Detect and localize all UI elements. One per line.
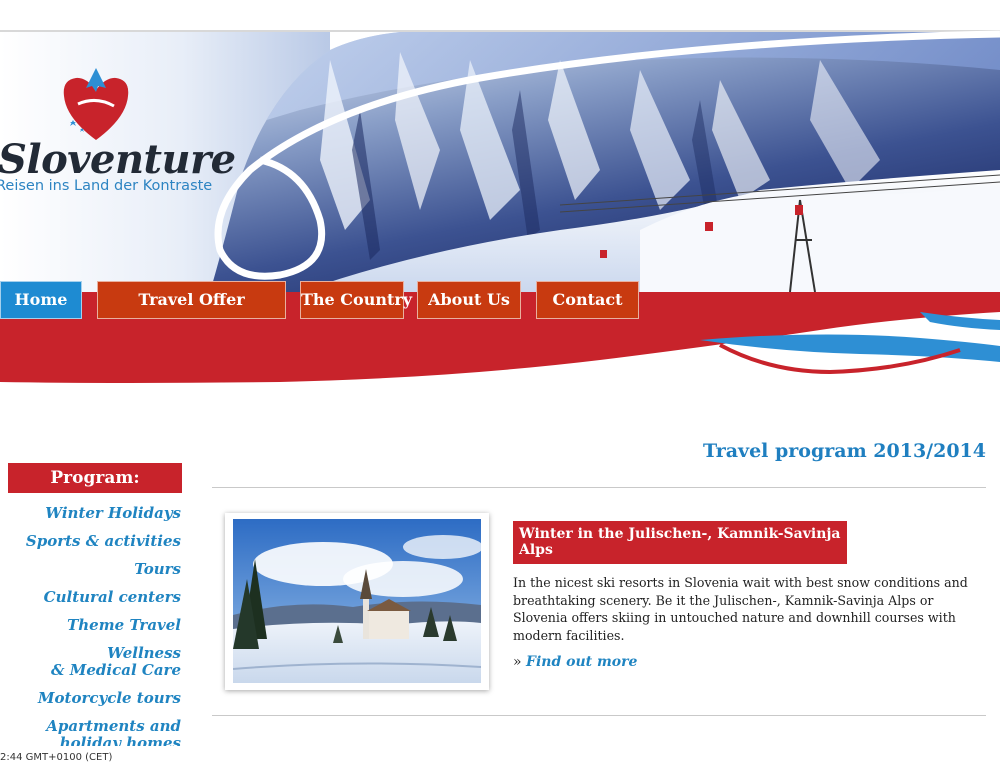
nav-the-country[interactable]: The Country [300,281,412,319]
brand-tagline: Reisen ins Land der Kontraste [0,178,213,194]
sidebar-item-winter-holidays[interactable]: Winter Holidays [8,505,182,522]
brand-name: Sloventure [0,136,236,183]
find-out-more-link[interactable]: Find out more [526,654,637,670]
nav-home[interactable]: Home [0,281,82,319]
sidebar-item-tours[interactable]: Tours [8,561,182,578]
heart-mountain-logo-icon [63,68,129,140]
site-header: Sloventure Reisen ins Land der Kontraste… [0,0,1000,400]
program-sidebar: Program: Winter Holidays Sports & activi… [8,463,182,746]
brand-logo[interactable]: Sloventure Reisen ins Land der Kontraste [0,60,236,210]
sidebar-item-theme-travel[interactable]: Theme Travel [8,617,182,634]
article-heading[interactable]: Winter in the Julischen-, Kamnik-Savinja… [513,521,847,564]
find-out-more: » Find out more [513,654,637,670]
more-prefix-icon: » [513,654,522,670]
divider-top [212,487,986,488]
sidebar-item-sports-activities[interactable]: Sports & activities [8,533,182,550]
status-timestamp: 2:44 GMT+0100 (CET) [0,752,113,763]
nav-about-us[interactable]: About Us [417,281,521,319]
article-body: In the nicest ski resorts in Slovenia wa… [513,575,968,643]
winter-church-photo [233,519,481,683]
program-list: Winter Holidays Sports & activities Tour… [8,505,182,747]
sidebar-item-wellness-medical-care[interactable]: Wellness & Medical Care [8,645,182,679]
sidebar-item-cultural-centers[interactable]: Cultural centers [8,589,182,606]
article-photo[interactable] [225,513,489,690]
sidebar-title: Program: [8,463,182,493]
divider-bottom [212,715,986,716]
sidebar-item-apartments-holiday-homes[interactable]: Apartments and holiday homes [8,718,182,747]
page-title: Travel program 2013/2014 [702,440,986,462]
sidebar-item-motorcycle-tours[interactable]: Motorcycle tours [8,690,182,707]
nav-contact[interactable]: Contact [536,281,639,319]
nav-travel-offer[interactable]: Travel Offer [97,281,286,319]
